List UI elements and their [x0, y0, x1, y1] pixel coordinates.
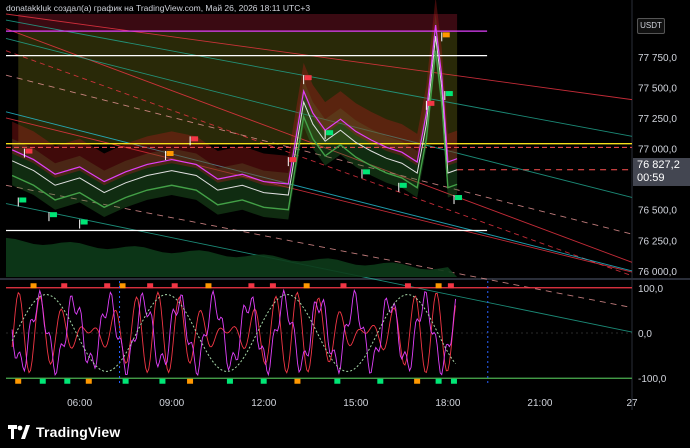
- last-price-tag: 76 827,2 00:59: [633, 158, 690, 186]
- osc-flag-icon: [260, 378, 267, 384]
- last-price-value: 76 827,2: [637, 159, 680, 171]
- currency-label[interactable]: USDT: [637, 18, 665, 34]
- osc-flag-icon: [294, 378, 301, 384]
- osc-flag-icon: [414, 378, 421, 384]
- price-tick-label: 76 500,0: [638, 206, 677, 217]
- osc-flag-icon: [119, 283, 126, 289]
- time-tick-label: 06:00: [67, 398, 92, 409]
- osc-flag-icon: [61, 283, 68, 289]
- osc-flag-icon: [404, 283, 411, 289]
- price-tick-label: 77 000,0: [638, 145, 677, 156]
- osc-flag-icon: [334, 378, 341, 384]
- footer: TradingView: [0, 418, 690, 448]
- price-tick-label: 77 500,0: [638, 83, 677, 94]
- time-tick-label: 15:00: [343, 398, 368, 409]
- osc-flag-icon: [226, 378, 233, 384]
- time-tick-label: 12:00: [251, 398, 276, 409]
- time-tick-label: 09:00: [159, 398, 184, 409]
- osc-flag-icon: [377, 378, 384, 384]
- osc-tick-label: 0,0: [638, 329, 652, 340]
- osc-flag-icon: [248, 283, 255, 289]
- osc-tick-label: 100,0: [638, 284, 663, 295]
- bar-countdown: 00:59: [637, 172, 665, 184]
- tradingview-icon: [8, 425, 30, 439]
- osc-magenta-line: [11, 288, 457, 377]
- osc-flag-icon: [447, 283, 454, 289]
- osc-flag-icon: [269, 283, 276, 289]
- osc-red-line: [11, 291, 457, 374]
- upper-zone: [18, 14, 458, 32]
- osc-flag-icon: [340, 283, 347, 289]
- logo-text: TradingView: [36, 424, 121, 440]
- osc-flag-icon: [64, 378, 71, 384]
- price-tick-label: 76 000,0: [638, 267, 677, 278]
- osc-dotted-line: [11, 294, 456, 372]
- osc-flag-icon: [85, 378, 92, 384]
- osc-flag-icon: [159, 378, 166, 384]
- osc-flag-icon: [435, 378, 442, 384]
- time-tick-label: 18:00: [435, 398, 460, 409]
- time-tick-label: 27: [626, 398, 638, 409]
- osc-flag-icon: [303, 283, 310, 289]
- price-tick-label: 77 750,0: [638, 53, 677, 64]
- time-tick-label: 21:00: [527, 398, 552, 409]
- osc-flag-icon: [30, 283, 37, 289]
- osc-flag-icon: [450, 378, 457, 384]
- osc-flag-icon: [15, 378, 22, 384]
- osc-flag-icon: [435, 283, 442, 289]
- osc-tick-label: -100,0: [638, 374, 667, 385]
- osc-flag-icon: [104, 283, 111, 289]
- osc-flag-icon: [147, 283, 154, 289]
- price-tick-label: 76 250,0: [638, 236, 677, 247]
- osc-flag-icon: [205, 283, 212, 289]
- chart-header: donatakkluk создал(а) график на TradingV…: [6, 3, 311, 13]
- osc-flag-icon: [39, 378, 46, 384]
- chart-canvas[interactable]: 77 750,0 77 500,0 77 250,0 77 000,0 76 500,0…: [0, 0, 690, 448]
- osc-flag-icon: [122, 378, 129, 384]
- osc-flag-icon: [187, 378, 194, 384]
- tradingview-logo[interactable]: TradingView: [8, 424, 120, 440]
- price-tick-label: 77 250,0: [638, 114, 677, 125]
- osc-flag-icon: [171, 283, 178, 289]
